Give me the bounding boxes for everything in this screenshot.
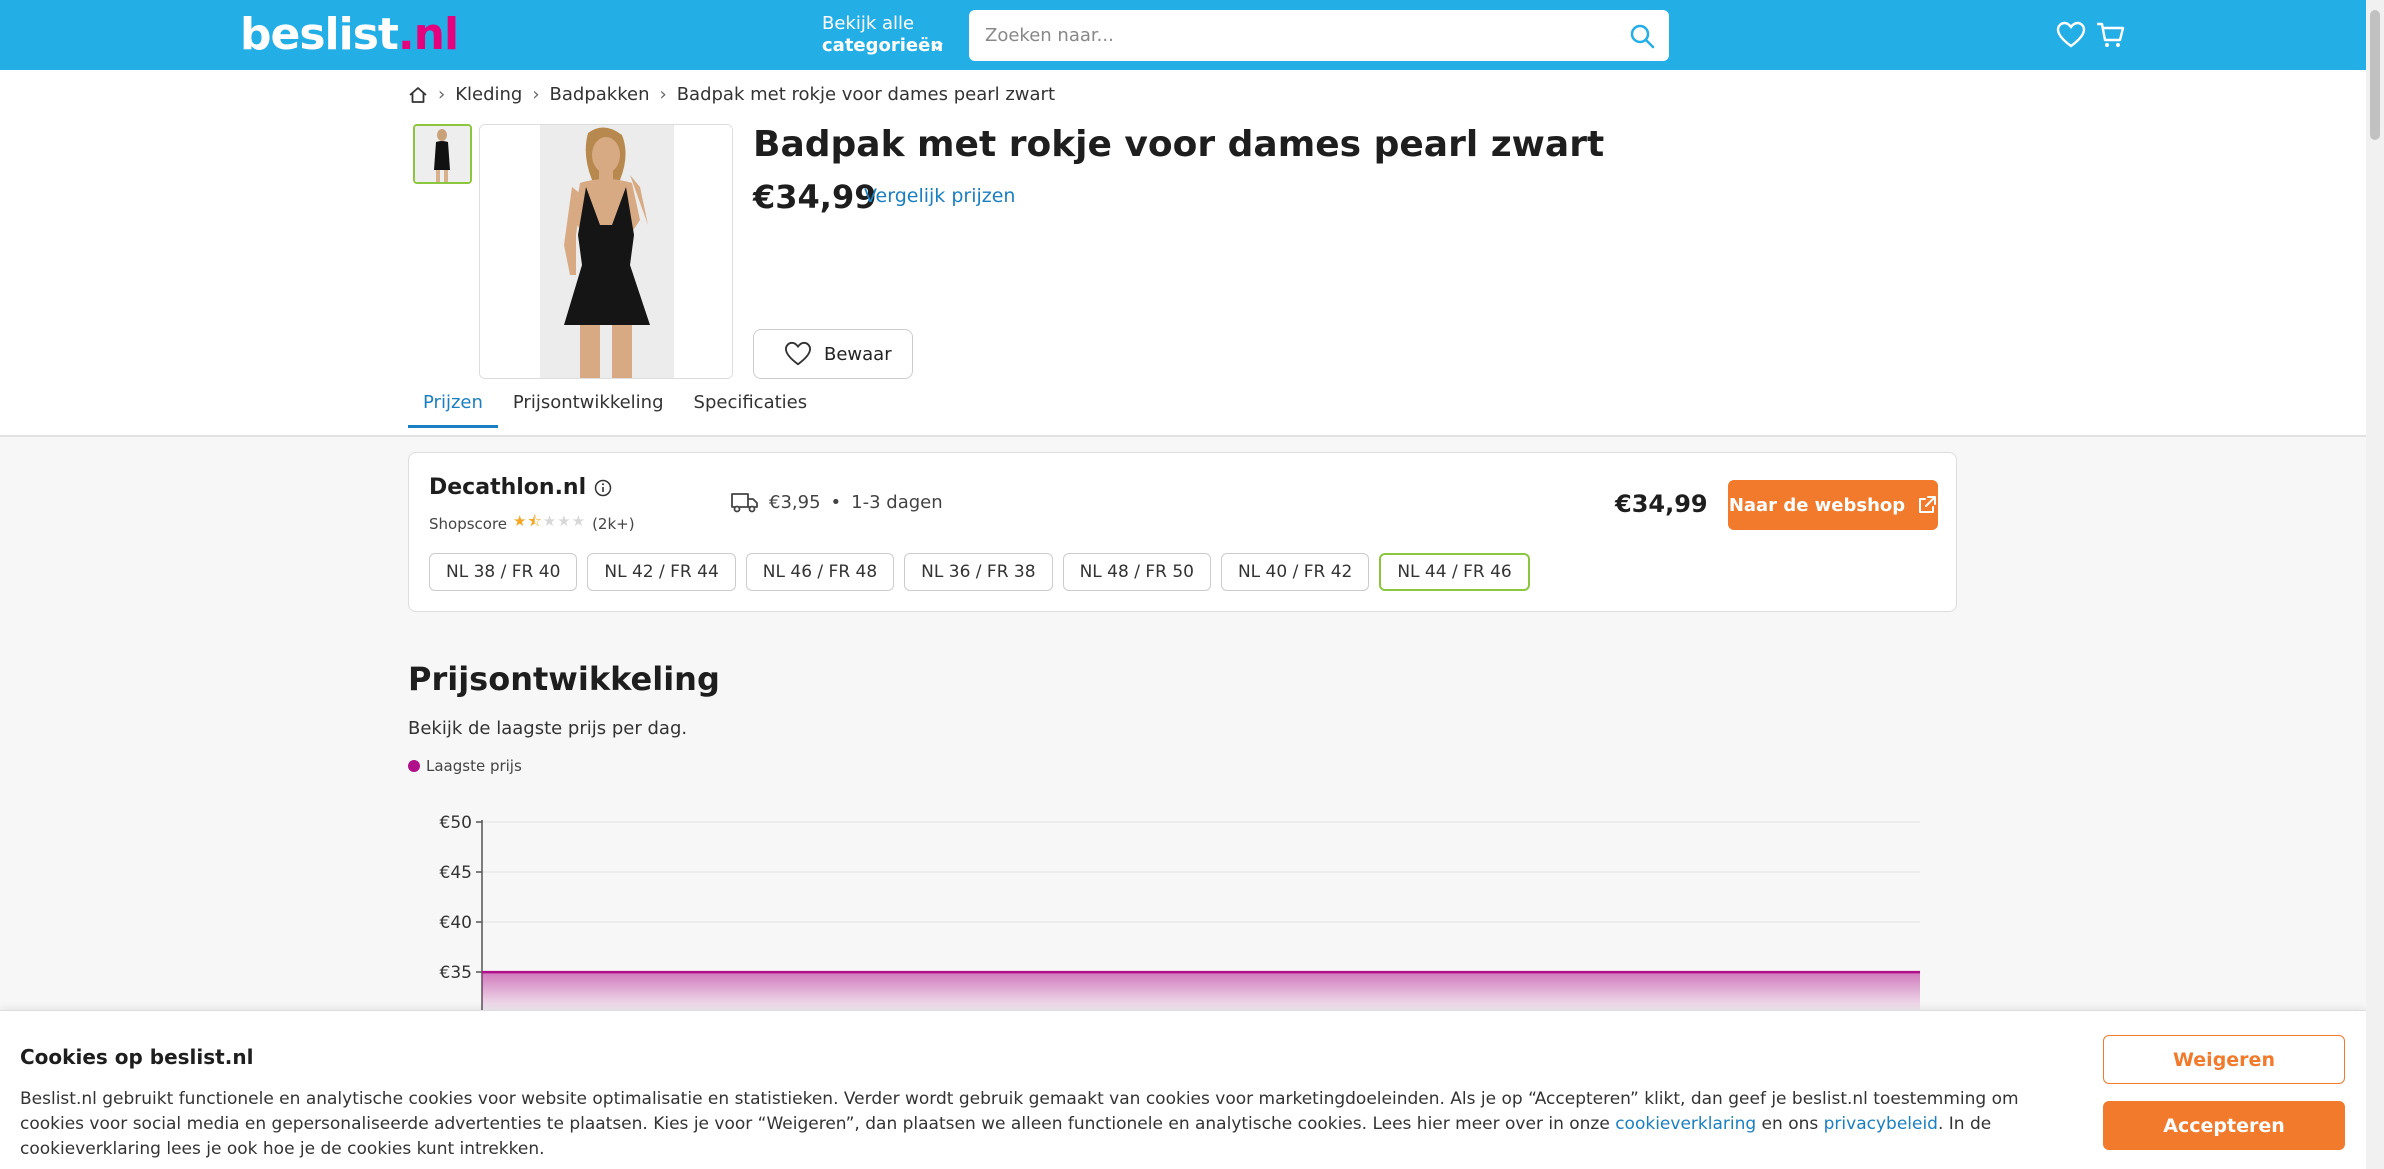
home-icon[interactable]	[408, 85, 428, 105]
price-area	[482, 972, 1920, 1010]
delivery-time: 1-3 dagen	[851, 491, 943, 513]
search-icon[interactable]	[1629, 23, 1655, 49]
compare-prices-link[interactable]: Vergelijk prijzen	[864, 185, 1015, 207]
y-tick-label: €50	[440, 813, 472, 833]
privacy-policy-link[interactable]: privacybeleid	[1824, 1114, 1938, 1134]
price-history-subtitle: Bekijk de laagste prijs per dag.	[408, 718, 688, 739]
accept-cookies-button[interactable]: Accepteren	[2103, 1101, 2345, 1150]
size-option[interactable]: NL 40 / FR 42	[1220, 553, 1370, 591]
size-option[interactable]: NL 46 / FR 48	[745, 553, 895, 591]
cookie-banner: Cookies op beslist.nl Beslist.nl gebruik…	[0, 1010, 2366, 1169]
shop-name[interactable]: Decathlon.nl	[429, 475, 612, 500]
save-button[interactable]: Bewaar	[753, 329, 913, 379]
delivery-info: €3,95 • 1-3 dagen	[731, 491, 943, 513]
search-bar	[969, 10, 1669, 61]
breadcrumb-item-badpakken[interactable]: Badpakken	[550, 84, 650, 105]
breadcrumb-item-kleding[interactable]: Kleding	[455, 84, 522, 105]
y-tick-label: €45	[440, 863, 472, 883]
review-count: (2k+)	[592, 514, 635, 533]
size-option[interactable]: NL 42 / FR 44	[587, 553, 736, 591]
offer-price: €34,99	[1615, 490, 1708, 518]
product-tabs: Prijzen Prijsontwikkeling Specificaties	[408, 388, 822, 428]
price-history-title: Prijsontwikkeling	[408, 660, 720, 698]
product-thumbnail[interactable]	[413, 124, 472, 184]
product-section: › Kleding › Badpakken › Badpak met rokje…	[0, 70, 2366, 437]
heart-icon[interactable]	[2056, 20, 2086, 50]
price-chart: €50 €45 €40 €35	[440, 813, 1920, 1010]
size-option[interactable]: NL 36 / FR 38	[904, 553, 1053, 591]
y-tick-label: €35	[440, 963, 472, 983]
site-header: beslist.nl Bekijk alle categorieën	[0, 0, 2366, 70]
chart-legend: Laagste prijs	[408, 757, 522, 775]
chevron-down-icon	[931, 42, 943, 51]
breadcrumb-separator: ›	[438, 84, 446, 105]
size-options: NL 38 / FR 40 NL 42 / FR 44 NL 46 / FR 4…	[429, 553, 1530, 591]
shopscore-label: Shopscore	[429, 514, 508, 533]
product-title: Badpak met rokje voor dames pearl zwart	[753, 124, 1605, 165]
size-option[interactable]: NL 38 / FR 40	[429, 553, 578, 591]
cookie-text: Beslist.nl gebruikt functionele en analy…	[20, 1089, 2019, 1159]
scrollbar[interactable]	[2366, 0, 2384, 1169]
categories-button[interactable]: Bekijk alle categorieën	[822, 13, 943, 57]
legend-dot	[408, 760, 420, 772]
go-to-webshop-button[interactable]: Naar de webshop	[1728, 480, 1938, 530]
tab-prijzen[interactable]: Prijzen	[408, 388, 498, 428]
cookie-title: Cookies op beslist.nl	[20, 1045, 254, 1069]
breadcrumb-item-current: Badpak met rokje voor dames pearl zwart	[676, 84, 1056, 105]
search-input[interactable]	[985, 10, 1585, 61]
cart-icon[interactable]	[2095, 20, 2125, 50]
categories-line1: Bekijk alle	[822, 13, 915, 34]
rating-stars: ★⯪★★★	[513, 512, 587, 530]
categories-line2: categorieën	[822, 35, 944, 56]
webshop-button-label: Naar de webshop	[1728, 494, 1906, 516]
size-option[interactable]: NL 48 / FR 50	[1062, 553, 1211, 591]
product-price: €34,99	[753, 178, 877, 216]
legend-label: Laagste prijs	[426, 757, 522, 775]
product-image[interactable]	[479, 124, 733, 379]
reject-cookies-button[interactable]: Weigeren	[2103, 1035, 2345, 1084]
breadcrumb-separator: ›	[532, 84, 540, 105]
truck-icon	[731, 493, 758, 513]
bullet: •	[830, 491, 842, 513]
cookie-policy-link[interactable]: cookieverklaring	[1615, 1114, 1756, 1134]
tab-prijsontwikkeling[interactable]: Prijsontwikkeling	[498, 388, 679, 428]
scrollbar-thumb[interactable]	[2370, 10, 2380, 140]
breadcrumb-separator: ›	[659, 84, 667, 105]
size-option-selected[interactable]: NL 44 / FR 46	[1379, 553, 1530, 591]
tab-specificaties[interactable]: Specificaties	[679, 388, 823, 428]
heart-icon	[784, 341, 812, 366]
logo[interactable]: beslist.nl	[240, 10, 459, 60]
y-tick-label: €40	[440, 913, 472, 933]
external-link-icon	[1919, 496, 1937, 513]
breadcrumb: › Kleding › Badpakken › Badpak met rokje…	[408, 84, 1055, 105]
info-icon[interactable]	[594, 479, 612, 497]
shopscore: Shopscore ★⯪★★★ (2k+)	[429, 511, 635, 536]
shipping-cost: €3,95	[769, 491, 821, 513]
save-label: Bewaar	[824, 343, 892, 365]
offer-card: Decathlon.nl Shopscore ★⯪★★★ (2k+) €3,95…	[408, 452, 1957, 612]
